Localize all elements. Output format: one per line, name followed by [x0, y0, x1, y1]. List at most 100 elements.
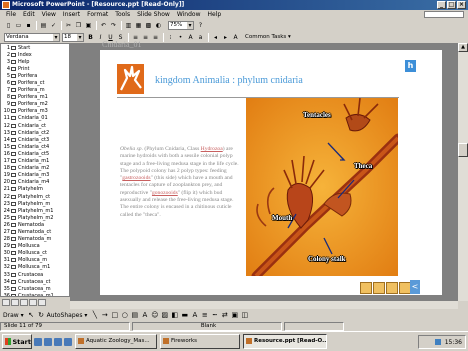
- outline-slide-row[interactable]: 15 Cnidaria_ct4: [1, 143, 69, 150]
- outline-slide-row[interactable]: 12 Cnidaria_ct: [1, 122, 69, 129]
- clipart-icon[interactable]: ☺: [150, 311, 159, 320]
- menu-insert[interactable]: Insert: [63, 11, 80, 18]
- table-icon[interactable]: ▦: [134, 21, 143, 30]
- promote-icon[interactable]: ◂: [211, 33, 220, 42]
- help-button[interactable]: h: [405, 60, 416, 72]
- outline-slide-row[interactable]: 35 Crustacea_m: [1, 285, 69, 292]
- quicklaunch-app-icon[interactable]: [64, 337, 72, 346]
- wordart-icon[interactable]: A: [140, 311, 149, 320]
- menu-window[interactable]: Window: [177, 11, 201, 18]
- outline-slide-row[interactable]: 34 Crustacea_ct: [1, 278, 69, 285]
- rectangle-icon[interactable]: □: [110, 311, 119, 320]
- menu-file[interactable]: File: [6, 11, 16, 18]
- vertical-scrollbar[interactable]: ▲: [458, 43, 468, 301]
- quicklaunch-desktop-icon[interactable]: [44, 337, 52, 346]
- outline-slide-row[interactable]: 8 Porifera_m1: [1, 94, 69, 101]
- color-icon[interactable]: ◐: [154, 21, 163, 30]
- thumbnail-3[interactable]: [386, 282, 398, 294]
- outline-slide-row[interactable]: 6 Porifera_ct: [1, 79, 69, 86]
- numbering-icon[interactable]: ⁝: [166, 33, 175, 42]
- outline-slide-row[interactable]: 10 Porifera_m3: [1, 108, 69, 115]
- font-name-select[interactable]: Verdana: [4, 32, 60, 42]
- zoom-select[interactable]: 75%: [168, 20, 194, 30]
- outline-slide-row[interactable]: 22 Platyhelm_ct: [1, 193, 69, 200]
- close-button[interactable]: ×: [457, 1, 466, 9]
- arrow-style-icon[interactable]: ⇄: [220, 311, 229, 320]
- spelling-icon[interactable]: ✓: [49, 21, 58, 30]
- slide-view-button[interactable]: [20, 298, 28, 306]
- horizontal-scrollbar[interactable]: [70, 301, 458, 309]
- slide-show-button[interactable]: [38, 298, 46, 306]
- increase-font-icon[interactable]: A: [186, 33, 195, 42]
- outline-slide-row[interactable]: 19 Cnidaria_m3: [1, 172, 69, 179]
- thumbnail-1[interactable]: [360, 282, 372, 294]
- outline-slide-row[interactable]: 9 Porifera_m2: [1, 101, 69, 108]
- line-color-icon[interactable]: ▬: [180, 311, 189, 320]
- font-size-select[interactable]: 18: [62, 32, 84, 42]
- gonozooids-link[interactable]: gonozooids: [152, 190, 178, 196]
- outline-slide-row[interactable]: 30 Mollusca_ct: [1, 250, 69, 257]
- decrease-font-icon[interactable]: a: [196, 33, 205, 42]
- textbox-icon[interactable]: ▤: [130, 311, 139, 320]
- draw-menu[interactable]: Draw ▾: [3, 312, 24, 319]
- outline-slide-row[interactable]: 24 Platyhelm_m1: [1, 207, 69, 214]
- thumbnail-2[interactable]: [373, 282, 385, 294]
- outline-slide-row[interactable]: 14 Cnidaria_ct3: [1, 136, 69, 143]
- outline-slide-row[interactable]: 20 Cnidaria_m4: [1, 179, 69, 186]
- menu-slide-show[interactable]: Slide Show: [137, 11, 170, 18]
- undo-icon[interactable]: ↶: [99, 21, 108, 30]
- chart-icon[interactable]: ▥: [124, 21, 133, 30]
- slide-canvas[interactable]: kingdom Animalia : phylum cnidaria h Obe…: [100, 50, 442, 295]
- rotate-icon[interactable]: ↻: [37, 311, 46, 320]
- outline-slide-row[interactable]: 18 Cnidaria_m2: [1, 165, 69, 172]
- bold-button[interactable]: B: [86, 33, 95, 42]
- outline-slide-row[interactable]: 1 Start: [1, 44, 69, 51]
- outline-slide-row[interactable]: 32 Mollusca_m1: [1, 264, 69, 271]
- cut-icon[interactable]: ✂: [64, 21, 73, 30]
- print-icon[interactable]: ▤: [39, 21, 48, 30]
- arrow-icon[interactable]: →: [100, 311, 109, 320]
- outline-slide-row[interactable]: 27 Nematoda_ct: [1, 228, 69, 235]
- outline-slide-row[interactable]: 21 Platyhelm: [1, 186, 69, 193]
- task-fireworks[interactable]: Fireworks: [160, 334, 240, 349]
- outline-view-button[interactable]: [11, 298, 19, 306]
- outline-slide-row[interactable]: 33 Crustacea: [1, 271, 69, 278]
- outline-slide-row[interactable]: 16 Cnidaria_ct5: [1, 150, 69, 157]
- menu-format[interactable]: Format: [87, 11, 108, 18]
- scroll-up-icon[interactable]: ▲: [458, 43, 468, 52]
- gastrozooids-link[interactable]: gastrozooids: [122, 175, 150, 181]
- outline-slide-row[interactable]: 13 Cnidaria_ct2: [1, 129, 69, 136]
- outline-slide-row[interactable]: 25 Platyhelm_m2: [1, 214, 69, 221]
- dash-style-icon[interactable]: ┅: [210, 311, 219, 320]
- outline-slide-row[interactable]: 5 Porifera: [1, 72, 69, 79]
- outline-slide-row[interactable]: 2 Index: [1, 51, 69, 58]
- outline-slide-row[interactable]: 28 Nematoda_m: [1, 236, 69, 243]
- grid-icon[interactable]: ▩: [144, 21, 153, 30]
- outline-slide-row[interactable]: 31 Mollusca_m: [1, 257, 69, 264]
- menu-edit[interactable]: Edit: [23, 11, 35, 18]
- task-resource-ppt[interactable]: Resource.ppt [Read-O...: [243, 334, 327, 349]
- demote-icon[interactable]: ▸: [221, 33, 230, 42]
- quicklaunch-outlook-icon[interactable]: [54, 337, 62, 346]
- align-center-icon[interactable]: ≡: [141, 33, 150, 42]
- menu-view[interactable]: View: [42, 11, 56, 18]
- open-icon[interactable]: ▭: [14, 21, 23, 30]
- powerpoint-app-icon[interactable]: [2, 1, 10, 9]
- slide-sorter-button[interactable]: [29, 298, 37, 306]
- outline-slide-row[interactable]: 17 Cnidaria_m1: [1, 158, 69, 165]
- select-arrow-icon[interactable]: ↖: [27, 311, 36, 320]
- fill-color-icon[interactable]: ◧: [170, 311, 179, 320]
- autoshapes-menu[interactable]: AutoShapes ▾: [47, 312, 88, 319]
- maximize-button[interactable]: □: [447, 1, 456, 9]
- help-icon[interactable]: ?: [196, 21, 205, 30]
- picture-icon[interactable]: ▨: [160, 311, 169, 320]
- normal-view-button[interactable]: [2, 298, 10, 306]
- font-color-icon[interactable]: A: [231, 33, 240, 42]
- start-button[interactable]: Start: [2, 334, 32, 349]
- line-style-icon[interactable]: ≡: [200, 311, 209, 320]
- outline-slide-row[interactable]: 4 Print: [1, 65, 69, 72]
- outline-slide-row[interactable]: 23 Platyhelm_m: [1, 200, 69, 207]
- 3d-icon[interactable]: ◫: [240, 311, 249, 320]
- minimize-button[interactable]: _: [437, 1, 446, 9]
- scroll-thumb[interactable]: [458, 143, 468, 157]
